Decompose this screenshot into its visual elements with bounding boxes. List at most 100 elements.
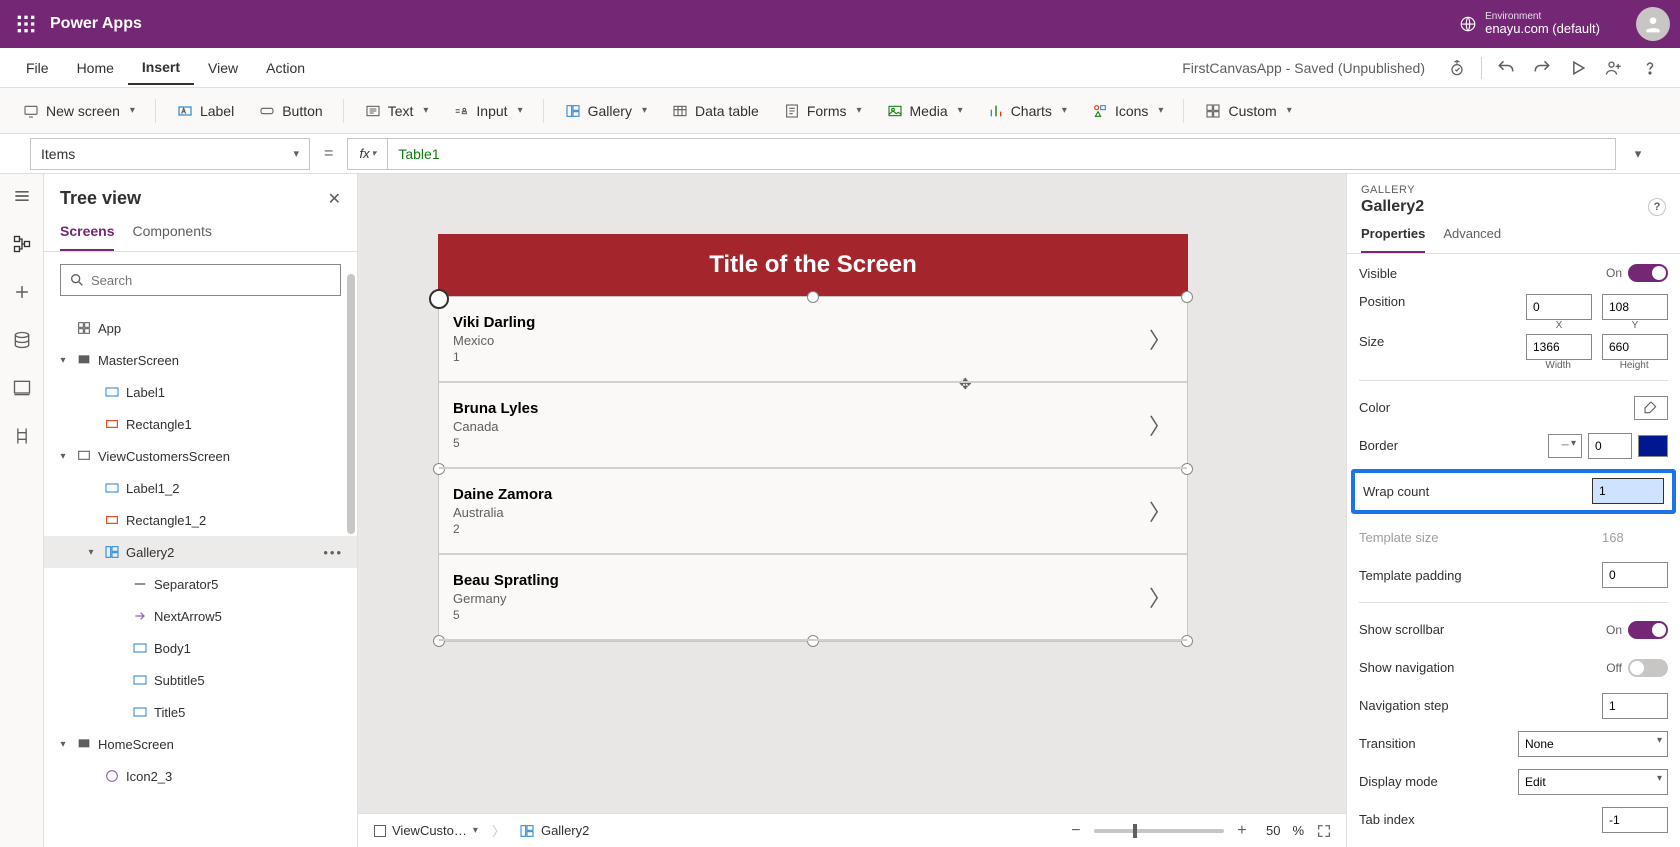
tree-node[interactable]: Icon2_3	[44, 760, 357, 792]
tree-node[interactable]: ▾MasterScreen	[44, 344, 357, 376]
expand-icon[interactable]: ▾	[56, 739, 70, 750]
insert-text-button[interactable]: Text	[354, 98, 439, 124]
visible-toggle[interactable]	[1628, 264, 1668, 282]
gallery-item[interactable]: Bruna LylesCanada5〉	[439, 383, 1187, 469]
canvas-stage[interactable]: Title of the Screen ✥ Viki DarlingMexico…	[438, 234, 1188, 642]
hamburger-icon[interactable]	[6, 180, 38, 212]
tree-node[interactable]: Label1_2	[44, 472, 357, 504]
chevron-right-icon[interactable]: 〉	[1149, 495, 1171, 527]
zoom-in-button[interactable]: +	[1232, 822, 1252, 840]
tree-node[interactable]: ▾ViewCustomersScreen	[44, 440, 357, 472]
play-icon[interactable]	[1560, 50, 1596, 86]
chevron-right-icon[interactable]: 〉	[1149, 323, 1171, 355]
tree-node[interactable]: Subtitle5	[44, 664, 357, 696]
breadcrumb-control[interactable]: Gallery2	[513, 821, 595, 841]
data-rail-icon[interactable]	[6, 324, 38, 356]
app-checker-icon[interactable]	[1439, 50, 1475, 86]
share-icon[interactable]	[1596, 50, 1632, 86]
wrap-count-input[interactable]	[1592, 478, 1664, 504]
menu-insert[interactable]: Insert	[128, 51, 194, 85]
tree-node[interactable]: NextArrow5	[44, 600, 357, 632]
color-picker[interactable]	[1634, 396, 1668, 420]
tree-node[interactable]: Body1	[44, 632, 357, 664]
formula-expand-icon[interactable]: ▾	[1626, 146, 1650, 162]
formula-input[interactable]: Table1	[387, 138, 1616, 170]
display-mode-select[interactable]	[1518, 769, 1668, 795]
gallery-item[interactable]: Beau SpratlingGermany5〉	[439, 555, 1187, 641]
tree-view-icon[interactable]	[6, 228, 38, 260]
show-navigation-toggle[interactable]	[1628, 659, 1668, 677]
insert-button-button[interactable]: Button	[248, 98, 332, 124]
tab-advanced[interactable]: Advanced	[1443, 220, 1501, 253]
gallery-item[interactable]: Viki DarlingMexico1〉	[439, 297, 1187, 383]
user-avatar[interactable]	[1636, 7, 1670, 41]
menu-file[interactable]: File	[12, 52, 63, 84]
more-icon[interactable]: •••	[323, 545, 343, 560]
zoom-slider[interactable]	[1094, 829, 1224, 833]
position-x-input[interactable]	[1526, 294, 1592, 320]
tools-rail-icon[interactable]	[6, 420, 38, 452]
tree-panel: Tree view ✕ Screens Components App▾Maste…	[44, 174, 358, 847]
template-padding-input[interactable]	[1602, 562, 1668, 588]
tree-search-input[interactable]	[91, 273, 332, 288]
border-style-picker[interactable]: ─	[1548, 434, 1582, 458]
insert-icons-button[interactable]: Icons	[1081, 98, 1174, 124]
insert-custom-button[interactable]: Custom	[1194, 98, 1301, 124]
property-selector[interactable]: Items ▾	[30, 138, 310, 170]
tree-node[interactable]: Separator5	[44, 568, 357, 600]
expand-icon[interactable]: ▾	[56, 451, 70, 462]
insert-charts-button[interactable]: Charts	[977, 98, 1077, 124]
insert-media-button[interactable]: Media	[876, 98, 973, 124]
help-icon[interactable]	[1632, 50, 1668, 86]
fullscreen-icon[interactable]	[1312, 819, 1336, 843]
insert-gallery-button[interactable]: Gallery	[554, 98, 657, 124]
size-height-input[interactable]	[1602, 334, 1668, 360]
menu-action[interactable]: Action	[252, 52, 319, 84]
menu-home[interactable]: Home	[63, 52, 128, 84]
chevron-right-icon[interactable]: 〉	[1149, 409, 1171, 441]
position-y-input[interactable]	[1602, 294, 1668, 320]
undo-icon[interactable]	[1488, 50, 1524, 86]
breadcrumb-screen[interactable]: ViewCusto… ▾	[368, 821, 484, 840]
tree-node[interactable]: Rectangle1_2	[44, 504, 357, 536]
insert-label-button[interactable]: Label	[166, 98, 244, 124]
redo-icon[interactable]	[1524, 50, 1560, 86]
border-width-input[interactable]	[1588, 433, 1632, 459]
insert-rail-icon[interactable]	[6, 276, 38, 308]
tab-components[interactable]: Components	[132, 217, 211, 251]
show-scrollbar-toggle[interactable]	[1628, 621, 1668, 639]
tab-properties[interactable]: Properties	[1361, 220, 1425, 253]
media-rail-icon[interactable]	[6, 372, 38, 404]
show-scrollbar-state: On	[1606, 623, 1622, 637]
gallery-item[interactable]: Daine ZamoraAustralia2〉	[439, 469, 1187, 555]
menu-view[interactable]: View	[194, 52, 252, 84]
waffle-icon[interactable]	[10, 8, 42, 40]
tree-node[interactable]: ▾HomeScreen	[44, 728, 357, 760]
tree-search[interactable]	[60, 264, 341, 296]
tree-node[interactable]: Label1	[44, 376, 357, 408]
fx-button[interactable]: fx ▾	[347, 138, 387, 170]
insert-data-table-button[interactable]: Data table	[661, 98, 769, 124]
navigation-step-input[interactable]	[1602, 693, 1668, 719]
expand-icon[interactable]: ▾	[84, 547, 98, 558]
tab-screens[interactable]: Screens	[60, 217, 114, 251]
chevron-right-icon[interactable]: 〉	[1149, 581, 1171, 613]
transition-select[interactable]	[1518, 731, 1668, 757]
tree-node[interactable]: Rectangle1	[44, 408, 357, 440]
border-color-swatch[interactable]	[1638, 435, 1668, 457]
scrollbar-thumb[interactable]	[347, 274, 355, 534]
new-screen-button[interactable]: New screen	[12, 98, 145, 124]
close-icon[interactable]: ✕	[328, 189, 341, 209]
info-icon[interactable]: ?	[1648, 198, 1666, 216]
tab-index-input[interactable]	[1602, 807, 1668, 833]
tree-node[interactable]: Title5	[44, 696, 357, 728]
tree-node[interactable]: App	[44, 312, 357, 344]
gallery-control[interactable]: ✥ Viki DarlingMexico1〉Bruna LylesCanada5…	[438, 296, 1188, 642]
environment-picker[interactable]: Environment enayu.com (default)	[1459, 11, 1600, 36]
insert-forms-button[interactable]: Forms	[773, 98, 872, 124]
tree-node[interactable]: ▾Gallery2•••	[44, 536, 357, 568]
zoom-out-button[interactable]: −	[1066, 822, 1086, 840]
size-width-input[interactable]	[1526, 334, 1592, 360]
insert-input-button[interactable]: Input	[442, 98, 532, 124]
expand-icon[interactable]: ▾	[56, 355, 70, 366]
